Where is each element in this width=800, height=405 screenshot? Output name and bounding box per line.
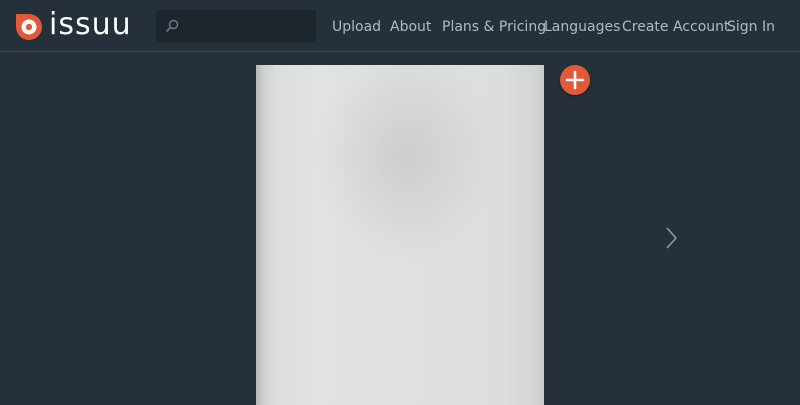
document-page[interactable] [256, 65, 544, 405]
search-input[interactable] [184, 10, 310, 42]
nav-upload-link[interactable]: Upload [332, 17, 381, 37]
nav-plans-pricing-link[interactable]: Plans & Pricing [442, 17, 546, 37]
plus-icon [565, 70, 585, 90]
nav-sign-in-link[interactable]: Sign In [727, 17, 775, 37]
chevron-right-icon [666, 227, 678, 249]
add-button[interactable] [560, 65, 590, 95]
nav-languages-link[interactable]: Languages [544, 17, 620, 37]
top-navigation-bar: issuu Upload About Plans & Pricing Langu… [0, 0, 800, 52]
search-box[interactable] [156, 10, 316, 42]
brand-wordmark: issuu [49, 7, 132, 42]
issuu-logo-icon [16, 14, 42, 40]
nav-create-account-link[interactable]: Create Account [622, 17, 730, 37]
nav-about-link[interactable]: About [390, 17, 431, 37]
next-page-button[interactable] [660, 224, 680, 252]
page-shading [316, 65, 496, 265]
search-icon [166, 19, 179, 32]
document-viewer [0, 52, 800, 405]
issuu-logo[interactable]: issuu [14, 7, 132, 43]
